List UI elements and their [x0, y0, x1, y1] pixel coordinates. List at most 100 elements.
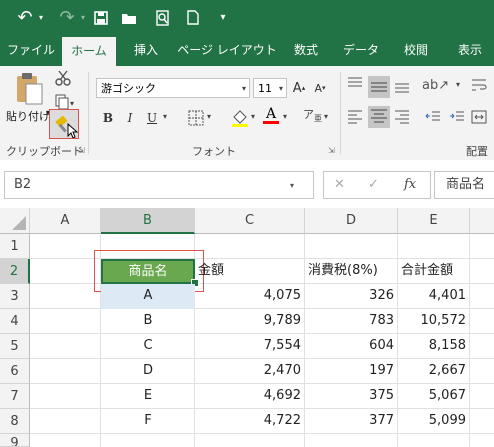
borders-icon[interactable]	[188, 110, 204, 126]
open-folder-icon[interactable]	[118, 0, 140, 35]
cell-d3[interactable]: 326	[305, 284, 398, 309]
merge-center-icon[interactable]	[470, 108, 490, 128]
tab-formulas[interactable]: 数式	[286, 35, 326, 66]
fill-color-icon[interactable]	[230, 108, 250, 128]
redo-icon[interactable]: ↷	[56, 0, 78, 35]
tab-page-layout[interactable]: ページ レイアウト	[176, 35, 278, 66]
decrease-indent-icon[interactable]	[424, 108, 444, 128]
cell-e2-total-header[interactable]: 合計金額	[398, 259, 470, 284]
row-header-6[interactable]: 6	[0, 359, 30, 384]
cell-c6[interactable]: 2,470	[195, 359, 305, 384]
row-header-1[interactable]: 1	[0, 234, 30, 259]
cell-b7[interactable]: E	[101, 384, 195, 409]
clipboard-launcher-icon[interactable]: ⇲	[78, 146, 85, 155]
print-preview-icon[interactable]	[152, 0, 174, 35]
cancel-icon[interactable]: ✕	[334, 177, 345, 192]
decrease-font-size-icon[interactable]: A ▾	[310, 78, 330, 98]
cell-b6[interactable]: D	[101, 359, 195, 384]
orientation-dropdown-icon[interactable]: ▾	[456, 80, 460, 89]
select-all-corner[interactable]	[0, 208, 30, 234]
font-launcher-icon[interactable]: ⇲	[328, 146, 335, 155]
tab-review[interactable]: 校閲	[396, 35, 436, 66]
align-middle-icon[interactable]	[368, 76, 390, 98]
cell-e6[interactable]: 2,667	[398, 359, 470, 384]
column-header-a[interactable]: A	[30, 208, 101, 234]
align-center-icon[interactable]	[368, 106, 390, 128]
insert-function-icon[interactable]: fx	[404, 177, 416, 192]
row-header-3[interactable]: 3	[0, 284, 30, 309]
cell-b3[interactable]: A	[101, 284, 195, 309]
undo-icon[interactable]: ↶	[14, 0, 36, 35]
font-color-button[interactable]: A	[263, 106, 279, 128]
cell-c7[interactable]: 4,692	[195, 384, 305, 409]
cell-e8[interactable]: 5,099	[398, 409, 470, 434]
formula-input[interactable]: 商品名	[434, 171, 494, 199]
column-header-f[interactable]	[470, 208, 494, 234]
phonetic-dropdown-icon[interactable]: ▾	[324, 112, 328, 121]
enter-icon[interactable]: ✓	[368, 177, 379, 192]
cell-d5[interactable]: 604	[305, 334, 398, 359]
underline-dropdown-icon[interactable]: ▾	[163, 112, 167, 121]
underline-button[interactable]: U	[142, 108, 162, 128]
cell-b4[interactable]: B	[101, 309, 195, 334]
cell-c5[interactable]: 7,554	[195, 334, 305, 359]
tab-file[interactable]: ファイル	[2, 35, 60, 66]
cell-b8[interactable]: F	[101, 409, 195, 434]
cell-d8[interactable]: 377	[305, 409, 398, 434]
font-color-dropdown-icon[interactable]: ▾	[283, 112, 287, 121]
cell-c3[interactable]: 4,075	[195, 284, 305, 309]
copy-icon[interactable]: ▾	[55, 94, 77, 110]
tab-view[interactable]: 表示	[450, 35, 490, 66]
cell-e7[interactable]: 5,067	[398, 384, 470, 409]
redo-dropdown-icon[interactable]: ▾	[78, 0, 88, 35]
cell-b5[interactable]: C	[101, 334, 195, 359]
row-header-4[interactable]: 4	[0, 309, 30, 334]
increase-font-size-icon[interactable]: A ▴	[289, 78, 309, 98]
row-header-5[interactable]: 5	[0, 334, 30, 359]
font-name-dropdown[interactable]: 游ゴシック ▾	[96, 78, 250, 98]
row-header-8[interactable]: 8	[0, 409, 30, 434]
cell-d4[interactable]: 783	[305, 309, 398, 334]
format-painter-button[interactable]	[49, 109, 79, 139]
name-box-dropdown-icon[interactable]: ▾	[290, 181, 294, 190]
fill-color-dropdown-icon[interactable]: ▾	[251, 112, 255, 121]
cell-d2-tax-header[interactable]: 消費税(8%)	[305, 259, 398, 284]
cell-e5[interactable]: 8,158	[398, 334, 470, 359]
increase-indent-icon[interactable]	[448, 108, 468, 128]
align-right-icon[interactable]	[393, 108, 413, 128]
row-header-2[interactable]: 2	[0, 259, 30, 284]
paste-label[interactable]: 貼り付け	[6, 108, 50, 124]
tab-data[interactable]: データ	[340, 35, 382, 66]
customize-toolbar-icon[interactable]: ▾	[216, 0, 230, 35]
cell-c2-amount-header[interactable]: 金額	[195, 259, 305, 284]
align-left-icon[interactable]	[346, 108, 366, 128]
tab-insert[interactable]: 挿入	[124, 35, 168, 66]
cell-d6[interactable]: 197	[305, 359, 398, 384]
font-size-dropdown[interactable]: 11 ▾	[253, 78, 287, 98]
cut-icon[interactable]	[55, 70, 73, 88]
wrap-text-icon[interactable]	[470, 76, 490, 96]
column-header-c[interactable]: C	[195, 208, 305, 234]
column-header-e[interactable]: E	[398, 208, 470, 234]
cell-c4[interactable]: 9,789	[195, 309, 305, 334]
borders-dropdown-icon[interactable]: ▾	[207, 112, 211, 121]
column-header-d[interactable]: D	[305, 208, 398, 234]
align-bottom-icon[interactable]	[393, 76, 413, 96]
cell-e3[interactable]: 4,401	[398, 284, 470, 309]
cell-e4[interactable]: 10,572	[398, 309, 470, 334]
save-icon[interactable]	[90, 0, 112, 35]
italic-button[interactable]: I	[120, 108, 140, 128]
new-document-icon[interactable]	[182, 0, 204, 35]
align-top-icon[interactable]	[346, 76, 366, 96]
cell-d7[interactable]: 375	[305, 384, 398, 409]
paste-icon[interactable]	[14, 72, 44, 108]
tab-home[interactable]: ホーム	[62, 37, 116, 66]
orientation-icon[interactable]: ab↗	[422, 78, 449, 96]
phonetic-guide-icon[interactable]: ア亜	[303, 106, 323, 128]
row-header-9[interactable]: 9	[0, 434, 30, 447]
column-header-b[interactable]: B	[101, 208, 195, 234]
row-header-7[interactable]: 7	[0, 384, 30, 409]
bold-button[interactable]: B	[98, 108, 118, 128]
undo-dropdown-icon[interactable]: ▾	[36, 0, 46, 35]
cell-c8[interactable]: 4,722	[195, 409, 305, 434]
